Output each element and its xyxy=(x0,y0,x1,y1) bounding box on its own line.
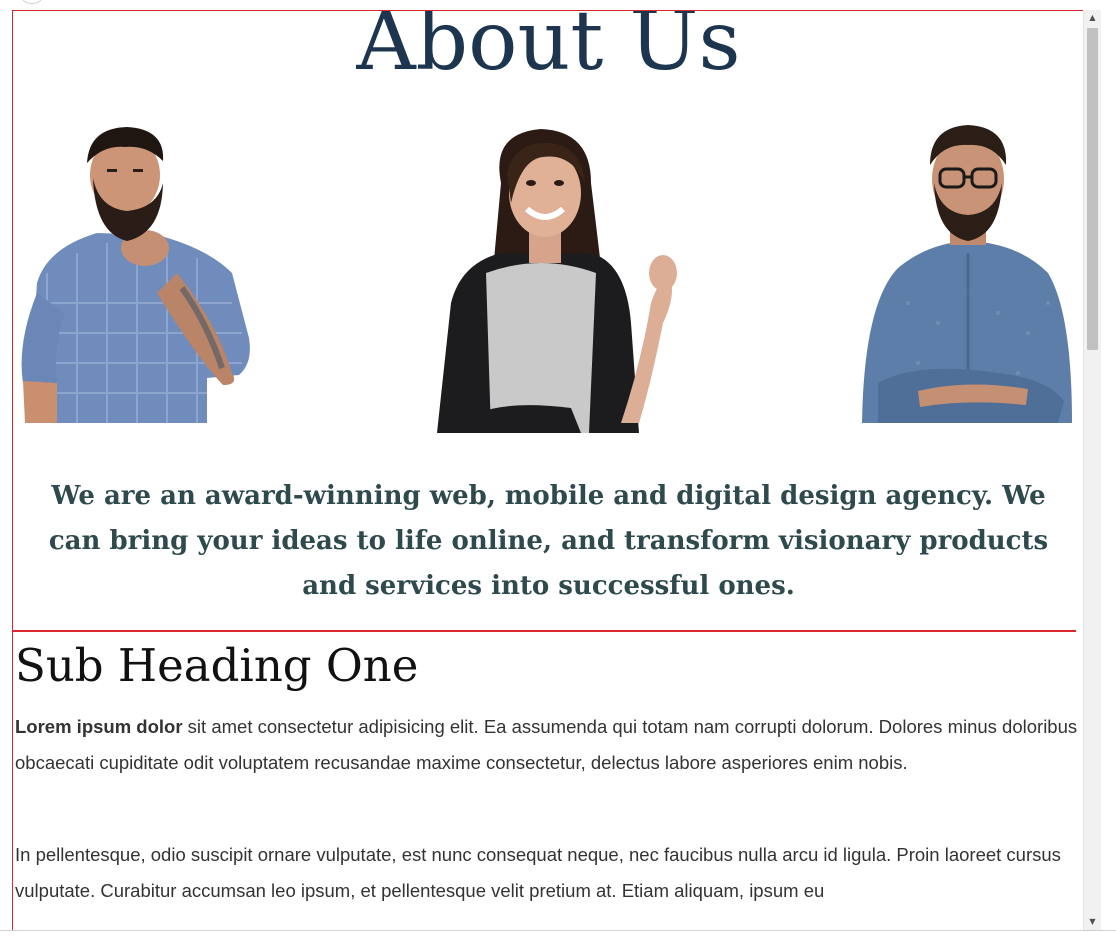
page-viewport: About Us We are an award-winning web, mo… xyxy=(12,10,1085,931)
sub-heading: Sub Heading One xyxy=(15,639,419,692)
body-paragraph-1: Lorem ipsum dolor sit amet consectetur a… xyxy=(15,709,1079,781)
scrollbar-thumb[interactable] xyxy=(1087,28,1098,350)
section-divider xyxy=(13,630,1076,632)
vertical-scrollbar[interactable]: ▲ ▼ xyxy=(1083,10,1101,930)
window-bottom-edge xyxy=(0,930,1116,942)
scroll-down-arrow-icon[interactable]: ▼ xyxy=(1084,914,1101,930)
bearded-man-thinking-photo xyxy=(17,123,257,433)
scroll-up-arrow-icon[interactable]: ▲ xyxy=(1084,10,1101,26)
team-photos xyxy=(13,123,1084,433)
body-paragraph-2: In pellentesque, odio suscipit ornare vu… xyxy=(15,844,1061,901)
intro-statement: We are an award-winning web, mobile and … xyxy=(48,481,1049,601)
smiling-woman-photo xyxy=(431,123,681,433)
browser-window: About Us We are an award-winning web, mo… xyxy=(0,0,1116,942)
page-title: About Us xyxy=(356,10,741,89)
window-corner-decoration xyxy=(22,0,42,4)
man-with-glasses-arms-crossed-photo xyxy=(858,123,1078,433)
paragraph-bold-lead: Lorem ipsum dolor xyxy=(15,716,183,737)
